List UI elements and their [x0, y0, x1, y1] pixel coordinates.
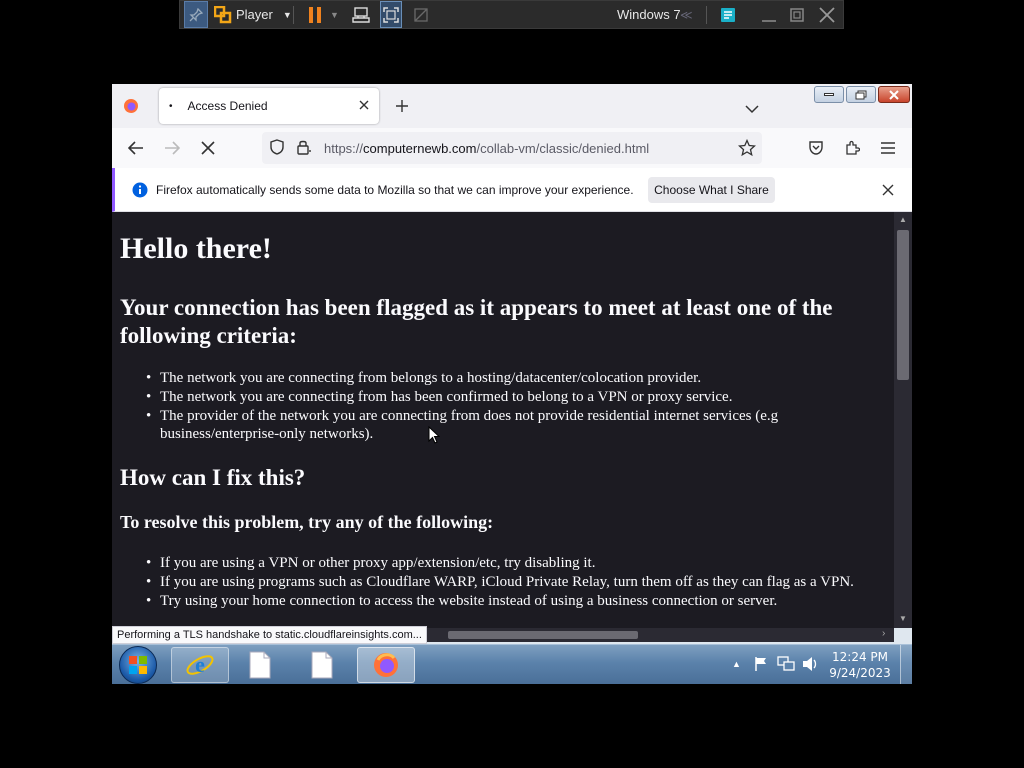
svg-text:e: e: [195, 652, 205, 677]
taskbar-internet-explorer[interactable]: e: [171, 647, 229, 683]
toolbar-divider: [706, 6, 707, 24]
taskbar: e ▲ 12:24 PM 9/24/2023: [112, 644, 912, 684]
vertical-scroll-thumb[interactable]: [897, 230, 909, 380]
scroll-right-icon[interactable]: ›: [882, 628, 885, 639]
chevron-down-icon: ▼: [282, 9, 292, 20]
minimize-icon: [824, 93, 834, 96]
url-path: /collab-vm/classic/denied.html: [476, 140, 650, 156]
list-item: The provider of the network you are conn…: [146, 407, 860, 443]
list-item: Try using your home connection to access…: [146, 592, 860, 610]
internet-explorer-icon: e: [186, 652, 214, 677]
page-content: Hello there! Your connection has been fl…: [112, 212, 894, 628]
status-panel: Performing a TLS handshake to static.clo…: [112, 626, 427, 644]
send-ctrl-alt-del-icon[interactable]: [350, 1, 372, 28]
vertical-scrollbar[interactable]: ▲ ▼: [894, 212, 912, 628]
windows-logo-icon: [129, 656, 147, 674]
pocket-icon[interactable]: [808, 140, 824, 161]
vm-tab-arrows-icon[interactable]: ≪: [680, 1, 693, 28]
fixes-list: If you are using a VPN or other proxy ap…: [146, 554, 860, 611]
player-menu[interactable]: Player ▼: [236, 1, 292, 28]
mouse-cursor-icon: [428, 426, 440, 444]
list-item: If you are using a VPN or other proxy ap…: [146, 554, 860, 572]
volume-icon[interactable]: [802, 656, 820, 677]
window-close-button[interactable]: [878, 86, 910, 103]
hamburger-menu-icon[interactable]: [880, 141, 896, 160]
page-heading: Hello there!: [120, 232, 272, 265]
firefox-menu-icon[interactable]: [123, 98, 139, 119]
unity-icon[interactable]: [410, 1, 432, 28]
notes-icon[interactable]: [717, 1, 739, 28]
new-tab-icon[interactable]: [395, 99, 409, 118]
lock-icon[interactable]: [296, 139, 312, 158]
list-item: If you are using programs such as Cloudf…: [146, 573, 860, 591]
restore-icon[interactable]: [786, 1, 808, 28]
scroll-down-icon[interactable]: ▼: [899, 614, 907, 623]
action-center-flag-icon[interactable]: [753, 656, 769, 677]
window-restore-button[interactable]: [846, 86, 876, 103]
list-all-tabs-icon[interactable]: [745, 101, 759, 119]
info-icon: [132, 182, 148, 203]
window-minimize-button[interactable]: [814, 86, 844, 103]
guest-screen: • Access Denied https://computernewb.com…: [112, 84, 912, 684]
player-label: Player: [236, 7, 273, 22]
choose-what-i-share-button[interactable]: Choose What I Share: [648, 177, 775, 203]
network-icon[interactable]: [777, 656, 795, 677]
tab-access-denied[interactable]: • Access Denied: [159, 88, 379, 124]
taskbar-file-1[interactable]: [231, 647, 289, 683]
close-icon: [889, 89, 899, 100]
minimize-icon[interactable]: [758, 1, 780, 28]
flagged-heading: Your connection has been flagged as it a…: [120, 295, 833, 348]
list-item: The network you are connecting from has …: [146, 388, 860, 406]
document-icon: [311, 651, 333, 679]
fix-heading: How can I fix this?: [120, 465, 306, 490]
url-bar[interactable]: https://computernewb.com/collab-vm/class…: [262, 132, 762, 164]
window-caption-buttons: [814, 86, 910, 103]
show-hidden-icons-icon[interactable]: ▲: [732, 659, 741, 669]
back-icon[interactable]: [127, 141, 144, 160]
url-text: https://computernewb.com/collab-vm/class…: [324, 141, 649, 156]
pause-dropdown-icon[interactable]: ▼: [330, 1, 339, 28]
close-icon[interactable]: [816, 1, 838, 28]
stop-loading-icon[interactable]: [201, 141, 215, 160]
bookmark-star-icon[interactable]: [737, 138, 757, 160]
firefox-tabbar: • Access Denied: [112, 84, 912, 128]
tracking-protection-shield-icon[interactable]: [270, 138, 284, 158]
close-notification-icon[interactable]: [882, 183, 894, 201]
show-desktop-button[interactable]: [900, 645, 912, 684]
taskbar-file-2[interactable]: [293, 647, 351, 683]
scroll-up-icon[interactable]: ▲: [899, 215, 907, 224]
vm-name: Windows 7: [617, 7, 681, 22]
extensions-icon[interactable]: [844, 140, 861, 161]
clock-time: 12:24 PM: [832, 650, 888, 664]
clock[interactable]: 12:24 PM 9/24/2023: [828, 649, 892, 681]
vmware-logo-icon: [212, 1, 234, 28]
url-domain: computernewb.com: [363, 140, 477, 156]
criteria-list: The network you are connecting from belo…: [146, 369, 860, 444]
data-collection-notification: Firefox automatically sends some data to…: [112, 168, 912, 212]
url-prefix: https://: [324, 140, 364, 156]
notification-text: Firefox automatically sends some data to…: [156, 183, 634, 197]
clock-date: 9/24/2023: [829, 666, 891, 680]
pin-icon[interactable]: [184, 1, 208, 28]
horizontal-scroll-thumb[interactable]: [448, 631, 638, 639]
document-icon: [249, 651, 271, 679]
resolve-heading: To resolve this problem, try any of the …: [120, 512, 494, 532]
firefox-navbar: https://computernewb.com/collab-vm/class…: [112, 128, 912, 168]
fullscreen-icon[interactable]: [380, 1, 402, 28]
pause-icon[interactable]: [304, 1, 326, 28]
restore-icon: [855, 90, 867, 99]
list-item: The network you are connecting from belo…: [146, 369, 860, 387]
close-tab-icon[interactable]: [359, 99, 369, 113]
forward-icon[interactable]: [164, 141, 181, 160]
tab-loading-dot-icon: •: [169, 100, 173, 112]
tab-title: Access Denied: [187, 99, 268, 113]
toolbar-divider: [293, 6, 294, 24]
start-button[interactable]: [119, 646, 157, 684]
taskbar-firefox[interactable]: [357, 647, 415, 683]
vmware-toolbar: Player ▼ ▼ Windows 7 ≪: [179, 0, 844, 29]
firefox-icon: [374, 653, 398, 677]
